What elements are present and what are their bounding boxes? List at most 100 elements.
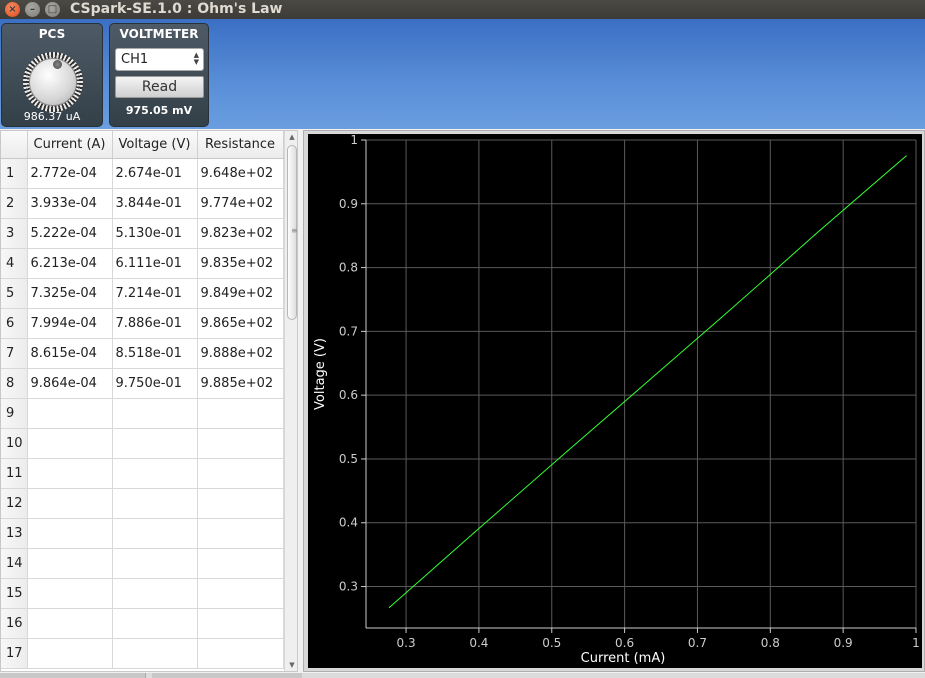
cell-voltage[interactable] <box>112 578 198 609</box>
table-row[interactable]: 11 <box>1 458 284 489</box>
cell-resistance[interactable] <box>197 488 284 519</box>
column-header-voltage[interactable]: Voltage (V) <box>112 131 198 159</box>
horizontal-scrollbar-left[interactable] <box>0 673 146 678</box>
window-close-button[interactable]: × <box>5 2 20 17</box>
cell-resistance[interactable] <box>197 638 284 669</box>
read-button[interactable]: Read <box>115 76 204 98</box>
cell-resistance[interactable] <box>197 608 284 639</box>
cell-current[interactable]: 2.772e-04 <box>27 158 113 189</box>
scrollbar-handle[interactable]: ≡ <box>287 145 297 320</box>
scroll-up-arrow-icon[interactable]: ▲ <box>285 133 297 141</box>
row-header[interactable]: 7 <box>1 338 28 369</box>
table-row[interactable]: 6 7.994e-04 7.886e-01 9.865e+02 <box>1 308 284 339</box>
cell-resistance[interactable]: 9.835e+02 <box>197 248 284 279</box>
cell-voltage[interactable] <box>112 608 198 639</box>
row-header[interactable]: 9 <box>1 398 28 429</box>
table-row[interactable]: 13 <box>1 518 284 549</box>
cell-voltage[interactable]: 3.844e-01 <box>112 188 198 219</box>
cell-resistance[interactable] <box>197 578 284 609</box>
cell-current[interactable]: 3.933e-04 <box>27 188 113 219</box>
cell-voltage[interactable]: 5.130e-01 <box>112 218 198 249</box>
window-minimize-button[interactable]: – <box>25 2 40 17</box>
cell-voltage[interactable]: 9.750e-01 <box>112 368 198 399</box>
channel-select[interactable]: CH1 ▲ ▼ <box>115 48 204 71</box>
row-header[interactable]: 15 <box>1 578 28 609</box>
cell-current[interactable] <box>27 488 113 519</box>
table-row[interactable]: 2 3.933e-04 3.844e-01 9.774e+02 <box>1 188 284 219</box>
table-corner-button[interactable] <box>1 131 28 159</box>
window-maximize-button[interactable]: □ <box>45 2 60 17</box>
cell-current[interactable]: 6.213e-04 <box>27 248 113 279</box>
cell-current[interactable] <box>27 458 113 489</box>
horizontal-scrollbar-right[interactable] <box>152 673 302 678</box>
cell-current[interactable]: 8.615e-04 <box>27 338 113 369</box>
cell-resistance[interactable]: 9.865e+02 <box>197 308 284 339</box>
cell-current[interactable] <box>27 608 113 639</box>
table-row[interactable]: 1 2.772e-04 2.674e-01 9.648e+02 <box>1 158 284 189</box>
cell-current[interactable] <box>27 578 113 609</box>
row-header[interactable]: 6 <box>1 308 28 339</box>
cell-resistance[interactable] <box>197 428 284 459</box>
cell-voltage[interactable] <box>112 488 198 519</box>
cell-voltage[interactable] <box>112 428 198 459</box>
cell-current[interactable] <box>27 428 113 459</box>
table-row[interactable]: 4 6.213e-04 6.111e-01 9.835e+02 <box>1 248 284 279</box>
row-header[interactable]: 2 <box>1 188 28 219</box>
row-header[interactable]: 13 <box>1 518 28 549</box>
row-header[interactable]: 10 <box>1 428 28 459</box>
table-row[interactable]: 14 <box>1 548 284 579</box>
cell-current[interactable]: 7.994e-04 <box>27 308 113 339</box>
table-row[interactable]: 17 <box>1 638 284 669</box>
table-row[interactable]: 15 <box>1 578 284 609</box>
row-header[interactable]: 3 <box>1 218 28 249</box>
cell-resistance[interactable]: 9.885e+02 <box>197 368 284 399</box>
cell-voltage[interactable] <box>112 398 198 429</box>
cell-current[interactable] <box>27 638 113 669</box>
cell-current[interactable]: 7.325e-04 <box>27 278 113 309</box>
cell-resistance[interactable] <box>197 548 284 579</box>
pcs-knob[interactable] <box>23 52 83 112</box>
cell-current[interactable] <box>27 548 113 579</box>
cell-voltage[interactable]: 6.111e-01 <box>112 248 198 279</box>
row-header[interactable]: 8 <box>1 368 28 399</box>
voltage-current-plot[interactable]: 0.3 0.4 0.5 0.6 0.7 0.8 0.9 1 0.3 0.4 0.5 0.6 0.7 0.8… <box>308 134 922 668</box>
row-header[interactable]: 4 <box>1 248 28 279</box>
table-row[interactable]: 3 5.222e-04 5.130e-01 9.823e+02 <box>1 218 284 249</box>
cell-current[interactable] <box>27 518 113 549</box>
cell-resistance[interactable] <box>197 518 284 549</box>
cell-voltage[interactable]: 2.674e-01 <box>112 158 198 189</box>
cell-voltage[interactable] <box>112 518 198 549</box>
cell-resistance[interactable]: 9.823e+02 <box>197 218 284 249</box>
cell-current[interactable]: 5.222e-04 <box>27 218 113 249</box>
cell-resistance[interactable] <box>197 458 284 489</box>
row-header[interactable]: 17 <box>1 638 28 669</box>
cell-current[interactable]: 9.864e-04 <box>27 368 113 399</box>
table-row[interactable]: 5 7.325e-04 7.214e-01 9.849e+02 <box>1 278 284 309</box>
table-row[interactable]: 16 <box>1 608 284 639</box>
table-row[interactable]: 12 <box>1 488 284 519</box>
cell-resistance[interactable] <box>197 398 284 429</box>
scroll-down-arrow-icon[interactable]: ▼ <box>285 661 297 669</box>
table-row[interactable]: 7 8.615e-04 8.518e-01 9.888e+02 <box>1 338 284 369</box>
column-header-current[interactable]: Current (A) <box>27 131 113 159</box>
cell-voltage[interactable]: 8.518e-01 <box>112 338 198 369</box>
row-header[interactable]: 12 <box>1 488 28 519</box>
cell-voltage[interactable]: 7.886e-01 <box>112 308 198 339</box>
cell-current[interactable] <box>27 398 113 429</box>
table-vertical-scrollbar[interactable]: ▲ ≡ ▼ <box>284 131 297 671</box>
row-header[interactable]: 14 <box>1 548 28 579</box>
cell-resistance[interactable]: 9.648e+02 <box>197 158 284 189</box>
cell-resistance[interactable]: 9.888e+02 <box>197 338 284 369</box>
table-row[interactable]: 9 <box>1 398 284 429</box>
table-row[interactable]: 8 9.864e-04 9.750e-01 9.885e+02 <box>1 368 284 399</box>
row-header[interactable]: 5 <box>1 278 28 309</box>
table-row[interactable]: 10 <box>1 428 284 459</box>
row-header[interactable]: 11 <box>1 458 28 489</box>
row-header[interactable]: 1 <box>1 158 28 189</box>
column-header-resistance[interactable]: Resistance <box>197 131 284 159</box>
cell-voltage[interactable] <box>112 638 198 669</box>
cell-voltage[interactable] <box>112 548 198 579</box>
cell-resistance[interactable]: 9.849e+02 <box>197 278 284 309</box>
cell-voltage[interactable]: 7.214e-01 <box>112 278 198 309</box>
cell-voltage[interactable] <box>112 458 198 489</box>
